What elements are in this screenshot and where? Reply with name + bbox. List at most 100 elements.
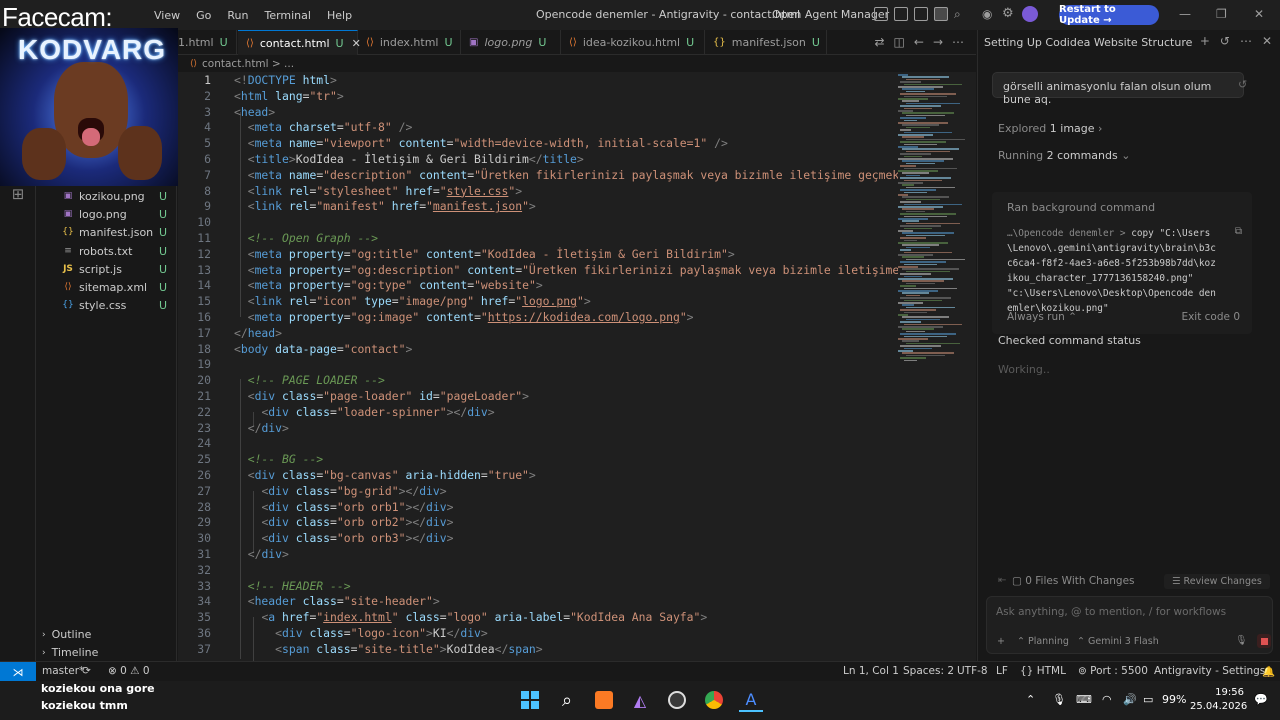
code-line[interactable]: 29 <div class="orb orb2"></div> [178,515,898,531]
close-window-icon[interactable]: ✕ [1254,7,1264,21]
code-line[interactable]: 15 <link rel="icon" type="image/png" hre… [178,294,898,310]
code-line[interactable]: 26 <div class="bg-canvas" aria-hidden="t… [178,468,898,484]
code-line[interactable]: 7 <meta name="description" content="Üret… [178,168,898,184]
notifications-icon[interactable]: 🔔 [1262,665,1275,678]
chrome-icon[interactable] [702,688,726,712]
code-line[interactable]: 8 <link rel="stylesheet" href="style.css… [178,184,898,200]
menu-go[interactable]: Go [188,9,219,22]
windows-start-icon[interactable] [518,688,542,712]
cursor-position[interactable]: Ln 1, Col 1 [843,665,899,677]
code-line[interactable]: 16 <meta property="og:image" content="ht… [178,310,898,326]
microphone-icon[interactable]: 🎙 [1052,693,1066,706]
toggle-panel-icon[interactable] [914,7,928,21]
menu-help[interactable]: Help [319,9,360,22]
keyboard-icon[interactable]: ⌨ [1076,693,1092,706]
search-icon[interactable]: ⌕ [555,688,579,712]
code-line[interactable]: 23 </div> [178,421,898,437]
history-icon[interactable]: ↺ [1220,34,1230,48]
sync-icon[interactable]: ⟳ [82,665,91,677]
stop-button[interactable] [1257,634,1271,648]
breadcrumb[interactable]: ⟨⟩ contact.html > ... [178,56,976,72]
code-line[interactable]: 21 <div class="page-loader" id="pageLoad… [178,389,898,405]
plus-icon[interactable]: + [997,636,1005,647]
restart-to-update-button[interactable]: Restart to Update → [1059,4,1159,26]
antigravity-icon[interactable]: A [739,688,763,712]
antigravity-settings[interactable]: Antigravity - Settings [1154,665,1265,677]
errors-indicator[interactable]: ⊗ 0 ⚠ 0 [108,665,150,677]
wifi-icon[interactable]: ◠ [1102,693,1112,706]
code-line[interactable]: 24 [178,436,898,452]
code-line[interactable]: 25 <!-- BG --> [178,452,898,468]
code-line[interactable]: 35 <a href="index.html" class="logo" ari… [178,610,898,626]
chevron-up-icon[interactable]: ⌃ [1026,693,1035,706]
code-line[interactable]: 19 [178,357,898,373]
minimize-icon[interactable]: — [1179,7,1191,21]
files-with-changes[interactable]: ▢ 0 Files With Changes [1012,575,1135,587]
review-changes-button[interactable]: ☰ Review Changes [1164,574,1270,589]
toggle-sidebar-icon[interactable] [894,7,908,21]
compare-icon[interactable]: ⇄ [874,35,884,49]
more-actions-icon[interactable]: ⋯ [1240,34,1252,48]
layout-icon[interactable] [874,7,888,21]
live-server-port[interactable]: ⊚ Port : 5500 [1078,665,1148,677]
account-icon[interactable] [1022,6,1038,22]
copy-icon[interactable]: ⧉ [1235,226,1242,237]
planning-mode-selector[interactable]: ⌃ Planning [1017,636,1069,647]
remote-indicator-icon[interactable]: ⋊ [0,662,36,682]
xampp-icon[interactable] [592,688,616,712]
undo-icon[interactable]: ↺ [1238,78,1247,91]
microphone-icon[interactable]: 🎙 [1235,635,1247,646]
code-line[interactable]: 33 <!-- HEADER --> [178,579,898,595]
code-line[interactable]: 12 <meta property="og:title" content="Ko… [178,247,898,263]
gear-icon[interactable]: ⚙ [1002,6,1014,21]
code-line[interactable]: 1 <!DOCTYPE html> [178,73,898,89]
split-editor-icon[interactable]: ◫ [894,35,905,49]
minimap[interactable] [896,72,965,372]
timeline-section[interactable]: › Timeline [42,646,98,659]
tab-contact-html[interactable]: ⟨⟩ contact.html U ✕ [238,30,361,55]
battery-icon[interactable]: ▭ [1143,693,1153,706]
code-line[interactable]: 22 <div class="loader-spinner"></div> [178,405,898,421]
language-mode[interactable]: {} HTML [1020,665,1066,677]
maximize-icon[interactable]: ❐ [1216,7,1227,21]
outline-section[interactable]: › Outline [42,628,91,641]
agent-input-box[interactable]: Ask anything, @ to mention, / for workfl… [986,596,1273,654]
code-editor[interactable]: 1 <!DOCTYPE html> 2 <html lang="tr"> 3 <head>… [178,72,976,661]
encoding[interactable]: UTF-8 [957,665,988,677]
code-line[interactable]: 17 </head> [178,326,898,342]
search-icon[interactable]: ⌕ [954,7,961,22]
explorer-file-logo-png[interactable]: ▣ logo.png U [62,205,175,223]
explorer-file-robots-txt[interactable]: ≡ robots.txt U [62,242,175,260]
code-line[interactable]: 30 <div class="orb orb3"></div> [178,531,898,547]
code-line[interactable]: 13 <meta property="og:description" conte… [178,263,898,279]
toggle-secondary-sidebar-icon[interactable] [934,7,948,21]
explorer-file-manifest-json[interactable]: {} manifest.json U [62,223,175,241]
plus-icon[interactable]: + [1200,34,1210,48]
code-line[interactable]: 9 <link rel="manifest" href="manifest.js… [178,199,898,215]
code-line[interactable]: 27 <div class="bg-grid"></div> [178,484,898,500]
code-line[interactable]: 32 [178,563,898,579]
explorer-file-script-js[interactable]: JS script.js U [62,260,175,278]
code-line[interactable]: 6 <title>KodIdea - İletişim & Geri Bildi… [178,152,898,168]
volume-icon[interactable]: 🔊 [1123,693,1137,706]
tab-1-html[interactable]: 1.html U [170,30,237,55]
code-line[interactable]: 28 <div class="orb orb1"></div> [178,500,898,516]
open-agent-manager-link[interactable]: Open Agent Manager [772,8,889,21]
visual-studio-icon[interactable]: ◭ [628,688,652,712]
tab-index-html[interactable]: ⟨⟩ index.html U [358,30,461,55]
explorer-file-sitemap-xml[interactable]: ⟨⟩ sitemap.xml U [62,278,175,296]
vertical-scrollbar[interactable] [966,72,976,661]
code-line[interactable]: 2 <html lang="tr"> [178,89,898,105]
close-icon[interactable]: ✕ [1262,34,1272,48]
code-line[interactable]: 36 <div class="logo-icon">KI</div> [178,626,898,642]
code-line[interactable]: 31 </div> [178,547,898,563]
menu-terminal[interactable]: Terminal [256,9,319,22]
model-selector[interactable]: ⌃ Gemini 3 Flash [1077,636,1159,647]
explored-step[interactable]: Explored 1 image › [998,122,1102,135]
forward-arrow-icon[interactable]: → [933,35,943,49]
end-of-line[interactable]: LF [996,665,1008,677]
back-arrow-icon[interactable]: ⇤ [998,575,1006,586]
running-step[interactable]: Running 2 commands ⌄ [998,149,1130,162]
code-line[interactable]: 3 <head> [178,105,898,121]
tab-idea-kozikou-html[interactable]: ⟨⟩ idea-kozikou.html U [561,30,705,55]
